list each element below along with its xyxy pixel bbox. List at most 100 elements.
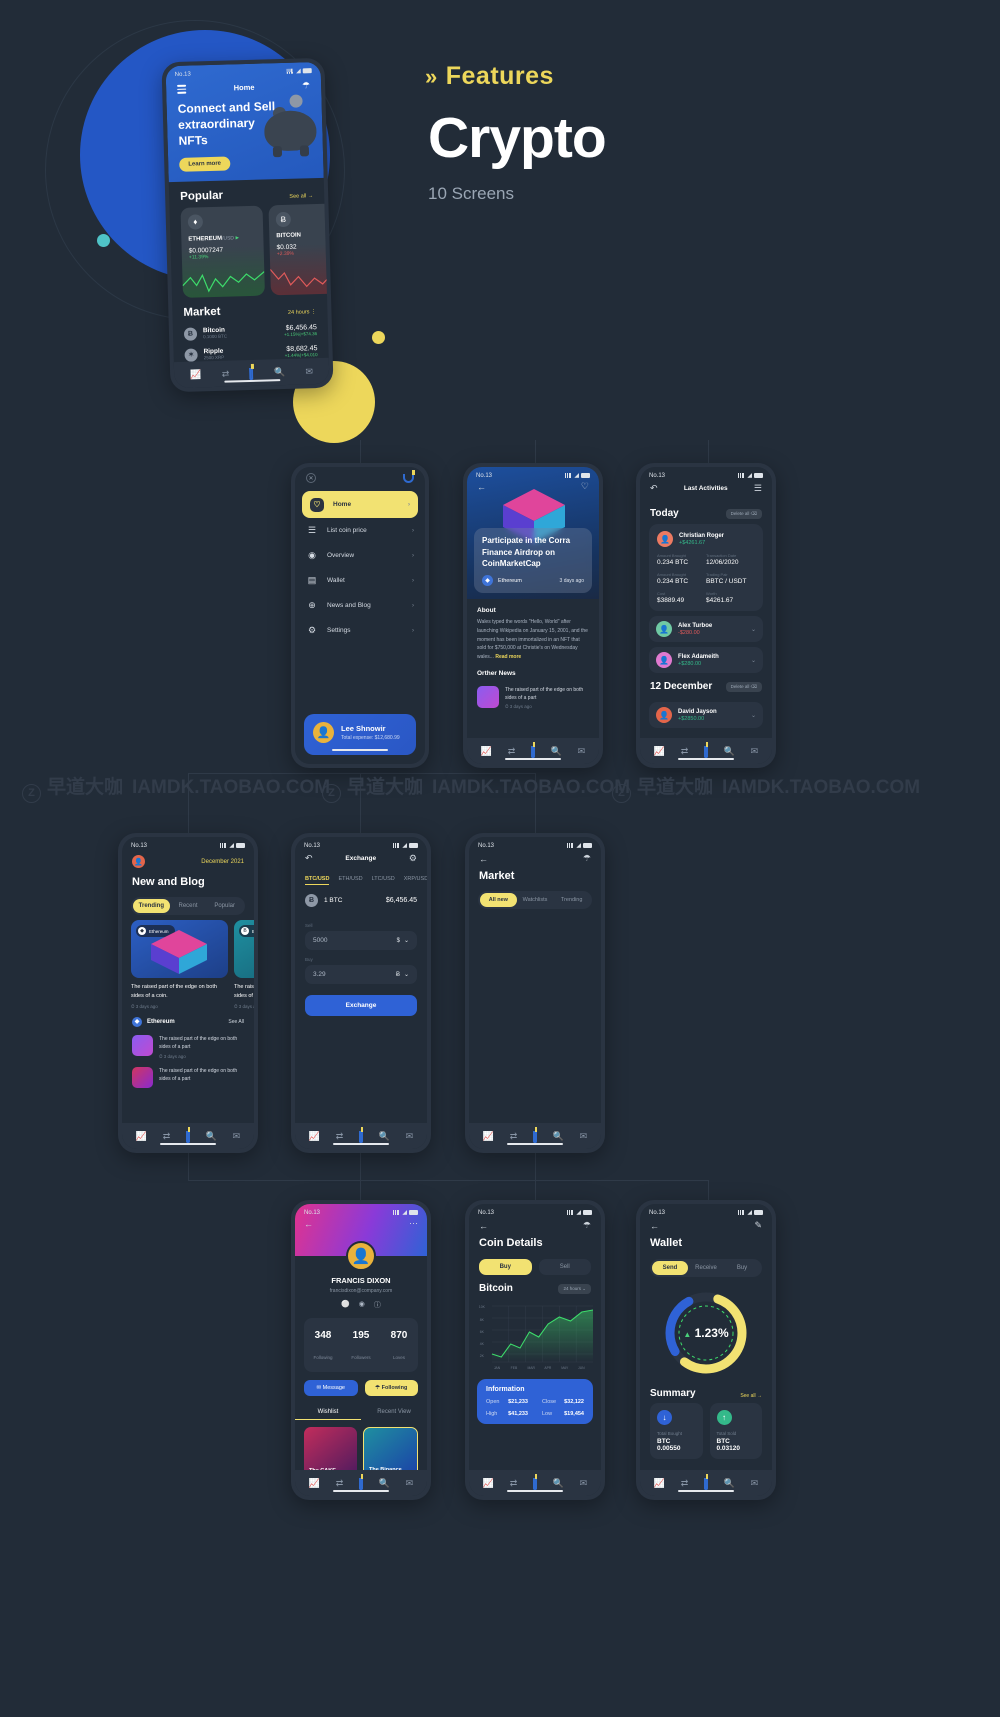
instagram-icon[interactable]: ◉ bbox=[359, 1300, 365, 1310]
profile-icon[interactable]: ☂ bbox=[583, 1220, 591, 1231]
tab-receive[interactable]: Receive bbox=[688, 1261, 724, 1275]
tab-xrp-usd[interactable]: XRP/USD bbox=[404, 876, 427, 885]
back-icon[interactable]: ← bbox=[304, 1219, 313, 1229]
popular-card[interactable]: ♦ ETHEREUM/USD ▸ $0.0007247 +11.39% bbox=[180, 205, 265, 298]
tab-recent-view[interactable]: Recent View bbox=[361, 1405, 427, 1420]
nav-exchange-icon[interactable]: ⇄ bbox=[336, 1131, 344, 1142]
summary-see-all[interactable]: See all → bbox=[740, 1393, 762, 1399]
nav-chart-icon[interactable]: 📈 bbox=[483, 1478, 494, 1489]
nav-search-icon[interactable]: 🔍 bbox=[553, 1131, 564, 1142]
back-icon[interactable]: ← bbox=[479, 854, 488, 864]
chevron-down-icon[interactable]: ⌄ bbox=[751, 712, 756, 719]
nav-mail-icon[interactable]: ✉ bbox=[233, 1131, 241, 1142]
nav-home-u-logo[interactable] bbox=[532, 1478, 537, 1490]
twitter-icon[interactable]: ⚪ bbox=[341, 1300, 350, 1310]
nav-mail-icon[interactable]: ✉ bbox=[305, 366, 313, 377]
nav-home-u-logo[interactable] bbox=[530, 746, 535, 758]
profile-icon[interactable]: ☂ bbox=[583, 853, 591, 864]
settings-icon[interactable]: ⚙ bbox=[409, 853, 417, 864]
sidebar-item-news-and-blog[interactable]: ⊕ News and Blog › bbox=[295, 593, 425, 618]
tab-trending[interactable]: Trending bbox=[553, 893, 590, 907]
nav-mail-icon[interactable]: ✉ bbox=[751, 1478, 759, 1489]
nav-exchange-icon[interactable]: ⇄ bbox=[336, 1478, 344, 1489]
nav-home-u-logo[interactable] bbox=[358, 1131, 363, 1143]
tab-all-new[interactable]: All new bbox=[480, 893, 517, 907]
list-item[interactable]: The raised part of the edge on both side… bbox=[122, 1063, 254, 1092]
buy-button[interactable]: Buy bbox=[479, 1259, 532, 1275]
nav-chart-icon[interactable]: 📈 bbox=[654, 746, 665, 757]
see-all-link[interactable]: See All bbox=[228, 1019, 244, 1025]
nav-exchange-icon[interactable]: ⇄ bbox=[681, 746, 689, 757]
chevron-down-icon[interactable]: ⌄ bbox=[751, 657, 756, 664]
tab-ltc-usd[interactable]: LTC/USD bbox=[372, 876, 395, 885]
list-item[interactable]: The raised part of the edge on both side… bbox=[122, 1031, 254, 1063]
nav-home-u-logo[interactable] bbox=[358, 1478, 363, 1490]
nav-home-u-logo[interactable] bbox=[703, 746, 708, 758]
nav-exchange-icon[interactable]: ⇄ bbox=[681, 1478, 689, 1489]
back-icon[interactable]: ← bbox=[479, 1221, 488, 1231]
nav-exchange-icon[interactable]: ⇄ bbox=[510, 1131, 518, 1142]
tab-trending[interactable]: Trending bbox=[133, 899, 170, 913]
activity-row[interactable]: 👤 David Jayson +$2850.00 ⌄ bbox=[649, 702, 763, 728]
menu-icon[interactable] bbox=[177, 84, 187, 94]
popular-card[interactable]: Ƀ BITCOIN $0.032 +2.39% bbox=[268, 202, 330, 295]
nav-home-u-logo[interactable] bbox=[532, 1131, 537, 1143]
news-card[interactable]: ɃBitcoin The raised part of the edge on … bbox=[234, 920, 254, 1009]
nav-chart-icon[interactable]: 📈 bbox=[136, 1131, 147, 1142]
nav-mail-icon[interactable]: ✉ bbox=[578, 746, 586, 757]
nav-mail-icon[interactable]: ✉ bbox=[406, 1131, 414, 1142]
exchange-button[interactable]: Exchange bbox=[305, 995, 417, 1016]
sidebar-item-overview[interactable]: ◉ Overview › bbox=[295, 543, 425, 568]
chevron-down-icon[interactable]: ⌄ bbox=[404, 937, 409, 944]
tab-popular[interactable]: Popular bbox=[206, 899, 243, 913]
nav-search-icon[interactable]: 🔍 bbox=[724, 1478, 735, 1489]
nav-chart-icon[interactable]: 📈 bbox=[481, 746, 492, 757]
tab-send[interactable]: Send bbox=[652, 1261, 688, 1275]
popular-see-all[interactable]: See all → bbox=[289, 193, 313, 200]
buy-input[interactable]: 3.29 Ƀ ⌄ bbox=[305, 965, 417, 984]
nav-exchange-icon[interactable]: ⇄ bbox=[163, 1131, 171, 1142]
sidebar-item-wallet[interactable]: ▤ Wallet › bbox=[295, 568, 425, 593]
tab-recent[interactable]: Recent bbox=[170, 899, 207, 913]
read-more-link[interactable]: Read more bbox=[495, 654, 521, 660]
nav-home-u-logo[interactable] bbox=[185, 1131, 190, 1143]
nav-chart-icon[interactable]: 📈 bbox=[309, 1131, 320, 1142]
market-range[interactable]: 24 hours ⋮ bbox=[288, 309, 317, 316]
tab-eth-usd[interactable]: ETH/USD bbox=[338, 876, 362, 885]
nav-search-icon[interactable]: 🔍 bbox=[551, 746, 562, 757]
back-icon[interactable]: ← bbox=[477, 482, 486, 492]
tab-wishlist[interactable]: Wishlist bbox=[295, 1405, 361, 1420]
nav-chart-icon[interactable]: 📈 bbox=[309, 1478, 320, 1489]
nav-search-icon[interactable]: 🔍 bbox=[553, 1478, 564, 1489]
nav-search-icon[interactable]: 🔍 bbox=[379, 1478, 390, 1489]
user-profile-card[interactable]: 👤 Lee Shnowir Total expense: $12,680.99 bbox=[304, 714, 416, 755]
nav-home-u-logo[interactable] bbox=[703, 1478, 708, 1490]
nav-exchange-icon[interactable]: ⇄ bbox=[510, 1478, 518, 1489]
nav-mail-icon[interactable]: ✉ bbox=[580, 1131, 588, 1142]
nav-search-icon[interactable]: 🔍 bbox=[274, 367, 286, 378]
nav-search-icon[interactable]: 🔍 bbox=[206, 1131, 217, 1142]
menu-icon[interactable]: ☰ bbox=[754, 483, 762, 494]
info-icon[interactable]: ⓘ bbox=[374, 1300, 381, 1310]
summary-card-bought[interactable]: ↓ Total Bought BTC 0.00550 bbox=[650, 1403, 703, 1459]
nav-chart-icon[interactable]: 📈 bbox=[190, 369, 202, 380]
nav-search-icon[interactable]: 🔍 bbox=[379, 1131, 390, 1142]
back-icon[interactable]: ↶ bbox=[650, 483, 658, 494]
back-icon[interactable]: ↶ bbox=[305, 853, 313, 864]
range-selector[interactable]: 24 hours ⌄ bbox=[558, 1283, 591, 1294]
following-button[interactable]: ☂ Following bbox=[364, 1380, 418, 1396]
nav-exchange-icon[interactable]: ⇄ bbox=[508, 746, 516, 757]
tab-watchlists[interactable]: Watchlists bbox=[517, 893, 554, 907]
message-button[interactable]: ✉ Message bbox=[304, 1380, 358, 1396]
nav-exchange-icon[interactable]: ⇄ bbox=[222, 368, 230, 379]
list-item[interactable]: The raised part of the edge on both side… bbox=[467, 685, 599, 709]
edit-icon[interactable]: ✎ bbox=[754, 1220, 762, 1231]
sidebar-item-settings[interactable]: ⚙ Settings › bbox=[295, 618, 425, 643]
chevron-down-icon[interactable]: ⌄ bbox=[751, 626, 756, 633]
news-card[interactable]: ◆ Ethereum The raised part of the edge on… bbox=[131, 920, 228, 1009]
tab-btc-usd[interactable]: BTC/USD bbox=[305, 876, 330, 885]
learn-more-button[interactable]: Learn more bbox=[179, 156, 231, 172]
favorite-icon[interactable]: ♡ bbox=[581, 481, 589, 492]
avatar[interactable]: 👤 bbox=[132, 855, 145, 868]
summary-card-sold[interactable]: ↑ Total Sold BTC 0.03120 bbox=[709, 1403, 762, 1459]
